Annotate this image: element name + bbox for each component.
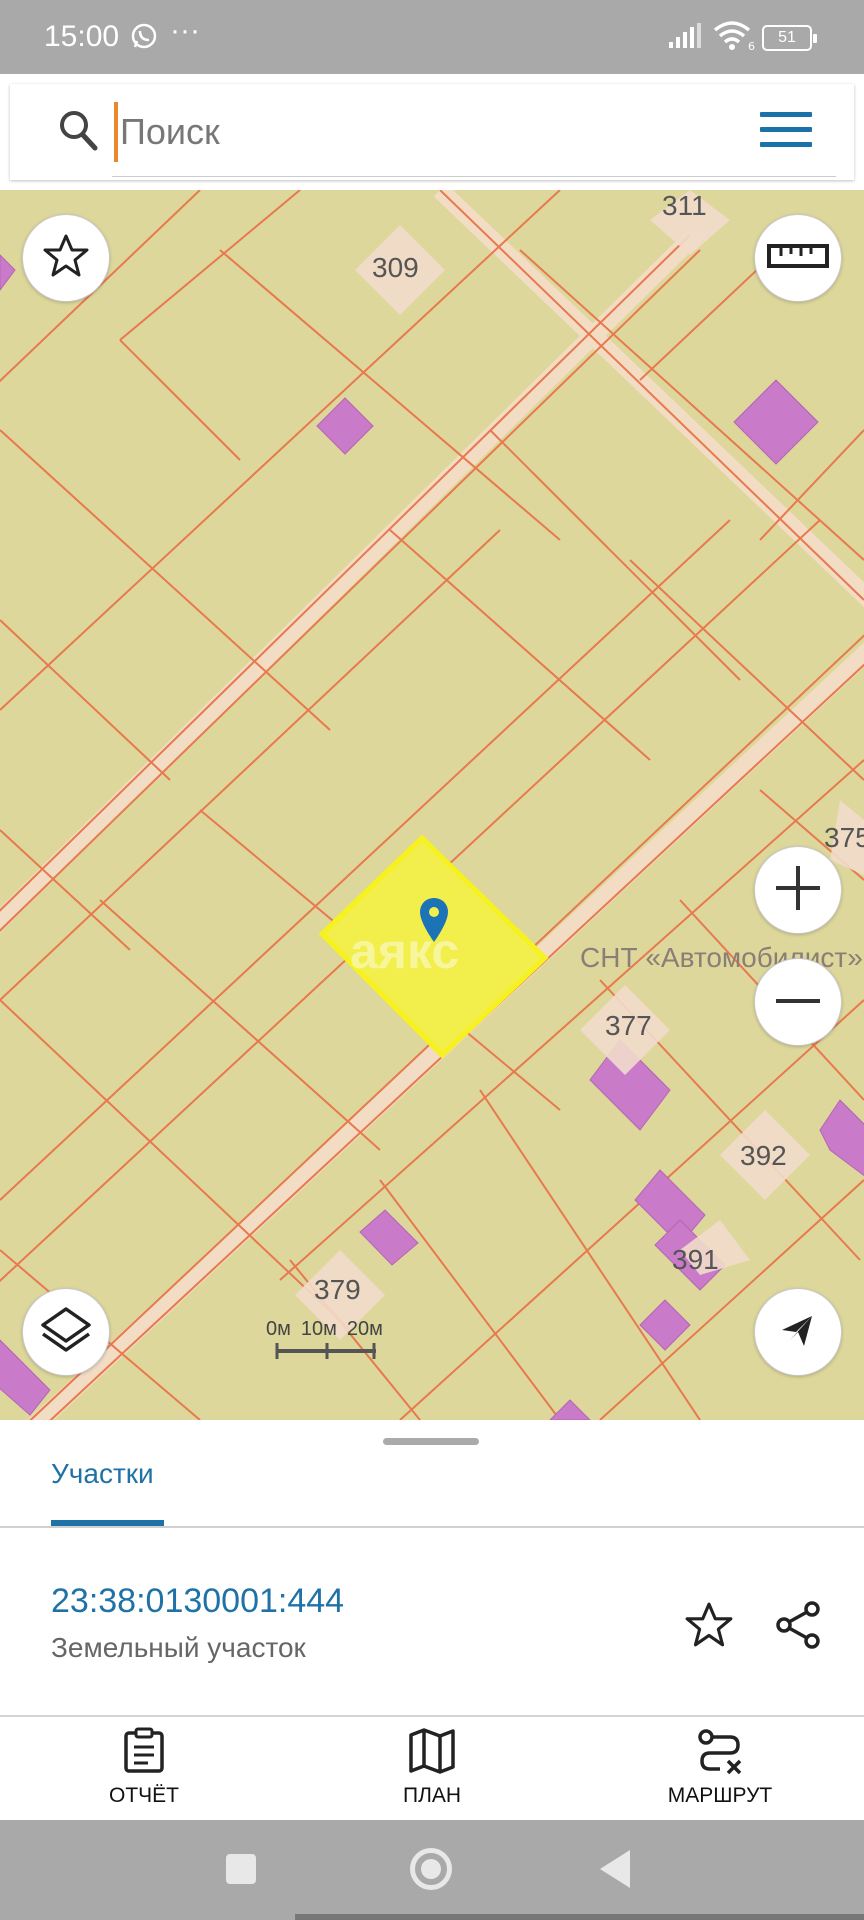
scale-label: 10м bbox=[300, 1318, 337, 1340]
ruler-button[interactable] bbox=[754, 214, 842, 302]
menu-icon[interactable] bbox=[760, 112, 812, 152]
layers-button[interactable] bbox=[22, 1288, 110, 1376]
parcel-label: 379 bbox=[314, 1274, 361, 1305]
share-icon[interactable] bbox=[774, 1600, 824, 1655]
status-bar: 15:00 ··· 6 51 bbox=[0, 0, 864, 74]
search-underline bbox=[112, 176, 836, 177]
more-notifications-dots: ··· bbox=[170, 14, 200, 47]
zoom-out-button[interactable] bbox=[754, 958, 842, 1046]
nav-plan[interactable]: ПЛАН bbox=[332, 1727, 532, 1808]
parcel-label: 391 bbox=[672, 1244, 719, 1275]
favorites-star-button[interactable] bbox=[22, 214, 110, 302]
parcel-label: 392 bbox=[740, 1140, 787, 1171]
map-plan-icon bbox=[408, 1728, 456, 1779]
zoom-in-button[interactable] bbox=[754, 846, 842, 934]
nav-route-label: МАРШРУТ bbox=[667, 1784, 773, 1807]
locate-arrow-icon bbox=[778, 1310, 818, 1355]
signal-icon bbox=[668, 22, 702, 55]
parcel-cadastral-number[interactable]: 23:38:0130001:444 bbox=[51, 1582, 344, 1621]
recents-button-icon[interactable] bbox=[226, 1854, 256, 1884]
zoom-in-icon bbox=[773, 863, 823, 918]
search-bar bbox=[10, 84, 854, 180]
search-icon[interactable] bbox=[58, 108, 100, 159]
nav-route[interactable]: МАРШРУТ bbox=[620, 1727, 820, 1808]
zoom-out-icon bbox=[773, 993, 823, 1011]
ruler-icon bbox=[767, 241, 829, 276]
parcel-label: 309 bbox=[372, 252, 419, 283]
parcel-label: 311 bbox=[662, 190, 707, 221]
bottom-navigation: ОТЧЁТ ПЛАН МАРШРУТ bbox=[0, 1717, 864, 1820]
gesture-bar bbox=[295, 1914, 864, 1920]
nav-report[interactable]: ОТЧЁТ bbox=[44, 1727, 244, 1808]
back-button-icon[interactable] bbox=[600, 1850, 630, 1888]
scale-label: 0м bbox=[266, 1318, 291, 1340]
layers-icon bbox=[39, 1303, 93, 1362]
whatsapp-icon bbox=[130, 22, 158, 55]
scale-label: 20м bbox=[346, 1318, 383, 1340]
wifi-icon: 6 bbox=[712, 20, 756, 57]
scale-bar bbox=[275, 1343, 379, 1359]
star-icon bbox=[42, 232, 90, 285]
favorite-star-icon[interactable] bbox=[684, 1600, 734, 1655]
map-scale: 0м 10м 20м bbox=[266, 1318, 396, 1367]
parcel-type: Земельный участок bbox=[51, 1632, 306, 1663]
status-time: 15:00 bbox=[44, 20, 120, 53]
route-icon bbox=[696, 1729, 744, 1779]
battery-icon: 51 bbox=[762, 25, 817, 51]
battery-level: 51 bbox=[778, 29, 796, 46]
location-marker-icon[interactable] bbox=[418, 896, 450, 951]
nav-plan-label: ПЛАН bbox=[402, 1784, 462, 1807]
tab-parcels[interactable]: Участки bbox=[51, 1458, 154, 1490]
parcel-label: 377 bbox=[605, 1010, 652, 1041]
locate-button[interactable] bbox=[754, 1288, 842, 1376]
map-canvas[interactable] bbox=[0, 190, 864, 1420]
home-button-icon[interactable] bbox=[410, 1848, 452, 1890]
search-input[interactable] bbox=[114, 102, 674, 162]
sheet-drag-handle[interactable] bbox=[383, 1438, 479, 1445]
tab-divider bbox=[0, 1526, 864, 1528]
nav-report-label: ОТЧЁТ bbox=[108, 1784, 179, 1807]
system-navigation-bar bbox=[0, 1820, 864, 1920]
report-clipboard-icon bbox=[122, 1727, 166, 1779]
map-view[interactable]: 311 309 375 377 392 391 379 СНТ «Автомоб… bbox=[0, 190, 864, 1420]
parcel-label: 375 bbox=[824, 822, 864, 853]
wifi-badge: 6 bbox=[748, 40, 755, 52]
